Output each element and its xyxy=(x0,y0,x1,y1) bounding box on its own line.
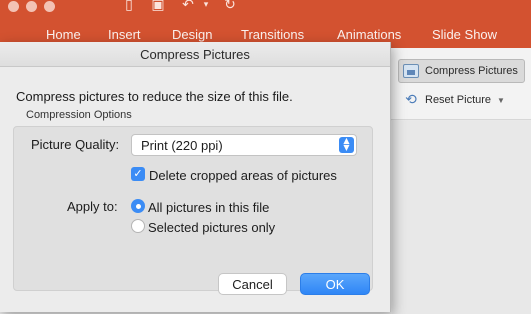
cancel-button[interactable]: Cancel xyxy=(218,273,287,295)
dialog-title: Compress Pictures xyxy=(0,42,390,67)
undo-icon[interactable]: ↶ xyxy=(180,0,196,12)
floppy-disk-icon[interactable]: ▣ xyxy=(150,0,166,12)
compress-pictures-icon xyxy=(403,64,419,78)
tab-home[interactable]: Home xyxy=(46,27,81,42)
ok-button[interactable]: OK xyxy=(300,273,370,295)
tab-transitions[interactable]: Transitions xyxy=(241,27,304,42)
updown-chevron-icon: ▲ ▼ xyxy=(339,137,354,153)
redo-icon[interactable]: ↻ xyxy=(222,0,238,12)
radio-all-pictures[interactable] xyxy=(131,199,145,213)
minimize-window-button[interactable] xyxy=(26,1,37,12)
picture-quality-label: Picture Quality: xyxy=(31,137,120,152)
reset-picture-icon: ⟲ xyxy=(405,92,417,108)
zoom-window-button[interactable] xyxy=(44,1,55,12)
tab-insert[interactable]: Insert xyxy=(108,27,141,42)
close-window-button[interactable] xyxy=(8,1,19,12)
radio-selected-pictures[interactable] xyxy=(131,219,145,233)
reset-picture-button[interactable]: ⟲ Reset Picture ▼ xyxy=(403,88,505,112)
sidebar-icon[interactable]: ▯ xyxy=(121,0,137,12)
checkmark-icon: ✓ xyxy=(133,167,143,180)
delete-cropped-label[interactable]: Delete cropped areas of pictures xyxy=(149,168,337,183)
compress-pictures-button[interactable]: Compress Pictures xyxy=(398,59,525,83)
compress-pictures-label: Compress Pictures xyxy=(425,65,518,77)
undo-dropdown-icon[interactable]: ▾ xyxy=(198,0,214,12)
tab-animations[interactable]: Animations xyxy=(337,27,401,42)
compress-pictures-dialog: Compress Pictures Compress pictures to r… xyxy=(0,42,391,312)
radio-selected-pictures-label[interactable]: Selected pictures only xyxy=(148,220,275,235)
delete-cropped-checkbox[interactable]: ✓ xyxy=(131,167,145,181)
radio-all-pictures-label[interactable]: All pictures in this file xyxy=(148,200,269,215)
apply-to-label: Apply to: xyxy=(67,199,118,214)
side-panel xyxy=(392,121,531,314)
chevron-down-icon[interactable]: ▼ xyxy=(497,96,505,105)
reset-picture-label: Reset Picture xyxy=(425,94,492,106)
ribbon-header: ▯ ▣ ↶ ▾ ↻ Home Insert Design Transitions… xyxy=(0,0,531,48)
picture-quality-select[interactable]: Print (220 ppi) ▲ ▼ xyxy=(131,134,357,156)
picture-quality-value: Print (220 ppi) xyxy=(141,138,223,153)
dialog-description: Compress pictures to reduce the size of … xyxy=(16,89,293,104)
tab-slide-show[interactable]: Slide Show xyxy=(432,27,497,42)
compression-options-label: Compression Options xyxy=(26,109,132,121)
tab-design[interactable]: Design xyxy=(172,27,212,42)
